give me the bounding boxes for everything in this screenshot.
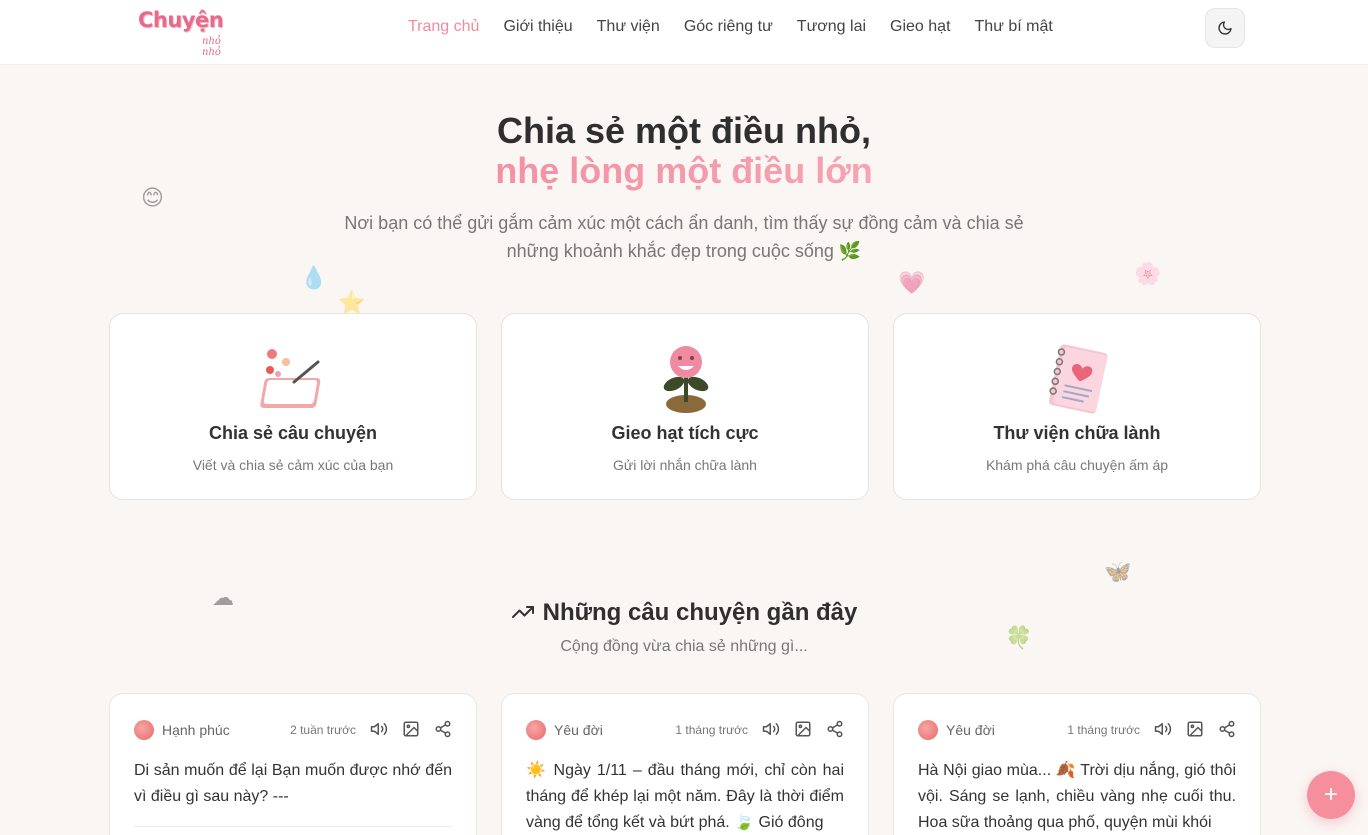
story-body: Di sản muốn để lại Bạn muốn được nhớ đến… — [134, 762, 452, 805]
card-title: Chia sẻ câu chuyện — [208, 423, 378, 443]
butterfly-deco-icon: 🦋 — [1104, 559, 1132, 584]
mood-happy-icon — [918, 720, 938, 740]
feature-card-healing-library[interactable]: Thư viện chữa lành Khám phá câu chuyện ấ… — [893, 313, 1261, 500]
sprout-icon — [663, 346, 709, 413]
story-body: ☀️ Ngày 1/11 – đầu tháng mới, chỉ còn ha… — [526, 762, 844, 831]
share-icon[interactable] — [434, 720, 452, 738]
nav-item-private-corner[interactable]: Góc riêng tư — [684, 18, 773, 36]
section-title: Những câu chuyện gần đây — [0, 598, 1368, 628]
image-icon[interactable] — [1186, 720, 1204, 738]
heart-deco-icon: 💗 — [898, 270, 926, 295]
story-header: Yêu đời 1 tháng trước — [526, 720, 844, 742]
story-header: Yêu đời 1 tháng trước — [918, 720, 1236, 742]
main-nav: Trang chủ Giới thiệu Thư viện Góc riêng … — [408, 18, 1077, 36]
hero-description: Nơi bạn có thể gửi gắm cảm xúc một cách … — [344, 213, 1024, 261]
nav-item-secret-letter[interactable]: Thư bí mật — [975, 18, 1053, 36]
nav-item-home[interactable]: Trang chủ — [408, 18, 479, 36]
logo-subtext: nhỏ nhỏ — [202, 36, 221, 58]
speaker-icon[interactable] — [762, 720, 780, 738]
story-card[interactable]: Yêu đời 1 tháng trước Hà Nội giao mùa...… — [893, 693, 1261, 835]
mood-love-icon — [134, 720, 154, 740]
nav-item-sow-seeds[interactable]: Gieo hạt — [890, 18, 950, 36]
nav-item-future[interactable]: Tương lai — [797, 18, 866, 36]
mood-label: Yêu đời — [946, 722, 995, 738]
share-icon[interactable] — [826, 720, 844, 738]
flower-deco-icon: 🌸 — [1134, 261, 1162, 286]
mood-label: Hạnh phúc — [162, 722, 230, 738]
mood-happy-icon — [526, 720, 546, 740]
section-subtitle: Cộng đồng vừa chia sẻ những gì... — [560, 638, 808, 655]
image-icon[interactable] — [794, 720, 812, 738]
moon-icon — [1218, 21, 1232, 35]
feature-card-share-story[interactable]: Chia sẻ câu chuyện Viết và chia sẻ cảm x… — [109, 313, 477, 500]
add-story-button[interactable]: + — [1307, 771, 1355, 819]
speaker-icon[interactable] — [370, 720, 388, 738]
share-icon[interactable] — [1218, 720, 1236, 738]
trending-up-icon — [511, 605, 534, 618]
logo[interactable]: Chuyện nhỏ nhỏ — [138, 6, 242, 58]
section-title-text: Những câu chuyện gần đây — [542, 599, 858, 626]
hero-title-highlight: nhẹ lòng một điều lớn — [0, 151, 1368, 191]
card-subtitle: Viết và chia sẻ cảm xúc của bạn — [192, 457, 394, 473]
logo-text: Chuyện — [138, 8, 224, 32]
story-body: Hà Nội giao mùa... 🍂 Trời dịu nắng, gió … — [918, 762, 1236, 831]
nav-item-library[interactable]: Thư viện — [597, 18, 660, 36]
star-deco-icon: ⭐ — [338, 290, 366, 315]
notebook-heart-icon — [1049, 344, 1108, 414]
hero-title: Chia sẻ một điều nhỏ, — [496, 110, 872, 151]
story-header: Hạnh phúc 2 tuần trước — [134, 720, 452, 742]
tablet-drawing-icon — [260, 349, 321, 408]
story-time: 1 tháng trước — [1067, 723, 1140, 737]
story-time: 2 tuần trước — [290, 723, 356, 737]
plus-icon: + — [1323, 781, 1338, 808]
card-title: Gieo hạt tích cực — [611, 423, 759, 443]
card-subtitle: Khám phá câu chuyện ấm áp — [985, 457, 1169, 473]
story-divider — [134, 826, 452, 827]
image-icon[interactable] — [402, 720, 420, 738]
card-subtitle: Gửi lời nhắn chữa lành — [613, 457, 757, 473]
nav-item-about[interactable]: Giới thiệu — [503, 18, 572, 36]
header: Chuyện nhỏ nhỏ Trang chủ Giới thiệu Thư … — [0, 0, 1368, 65]
story-time: 1 tháng trước — [675, 723, 748, 737]
card-title: Thư viện chữa lành — [993, 423, 1161, 443]
theme-toggle-button[interactable] — [1205, 8, 1245, 48]
speaker-icon[interactable] — [1154, 720, 1172, 738]
feature-card-positive-seeds[interactable]: Gieo hạt tích cực Gửi lời nhắn chữa lành — [501, 313, 869, 500]
mood-label: Yêu đời — [554, 722, 603, 738]
droplets-deco-icon: 💧 — [300, 265, 328, 290]
story-card[interactable]: Hạnh phúc 2 tuần trước Di sản muốn để lạ… — [109, 693, 477, 835]
story-card[interactable]: Yêu đời 1 tháng trước ☀️ Ngày 1/11 – đầu… — [501, 693, 869, 835]
